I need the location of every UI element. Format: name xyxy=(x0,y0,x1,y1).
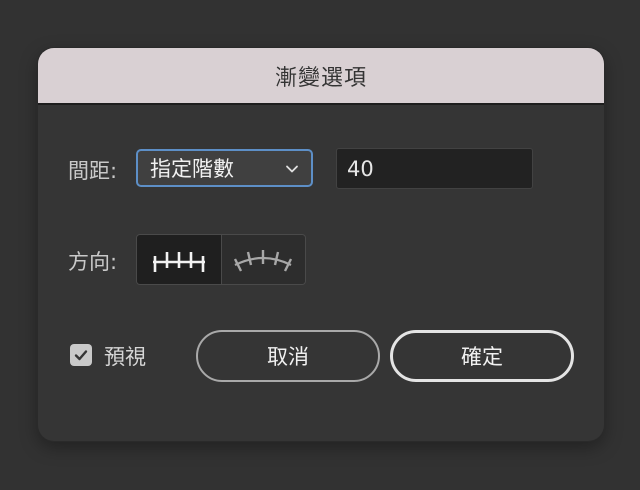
orientation-align-to-path-button[interactable] xyxy=(220,235,305,284)
cancel-button[interactable]: 取消 xyxy=(196,330,380,382)
blend-options-dialog: 漸變選項 間距: 指定階數 40 方向: 預視 取消 確定 xyxy=(38,48,604,441)
ok-button-label: 確定 xyxy=(461,345,503,369)
ok-button[interactable]: 確定 xyxy=(390,330,574,382)
steps-input[interactable]: 40 xyxy=(336,148,533,189)
spacing-select[interactable]: 指定階數 xyxy=(136,149,313,187)
align-to-path-icon xyxy=(234,249,293,272)
orientation-segmented-control xyxy=(136,234,306,285)
dialog-titlebar[interactable]: 漸變選項 xyxy=(38,48,604,105)
chevron-down-icon xyxy=(286,165,298,173)
spacing-select-value: 指定階數 xyxy=(150,157,234,181)
orientation-label: 方向: xyxy=(68,250,118,274)
steps-input-value: 40 xyxy=(347,156,374,181)
preview-label[interactable]: 預視 xyxy=(104,341,146,371)
cancel-button-label: 取消 xyxy=(267,345,309,369)
preview-checkbox[interactable] xyxy=(70,344,92,366)
orientation-align-to-page-button[interactable] xyxy=(137,235,221,284)
checkmark-icon xyxy=(74,350,88,361)
dialog-title: 漸變選項 xyxy=(274,65,367,91)
spacing-label: 間距: xyxy=(68,159,118,183)
align-to-page-icon xyxy=(152,251,205,272)
